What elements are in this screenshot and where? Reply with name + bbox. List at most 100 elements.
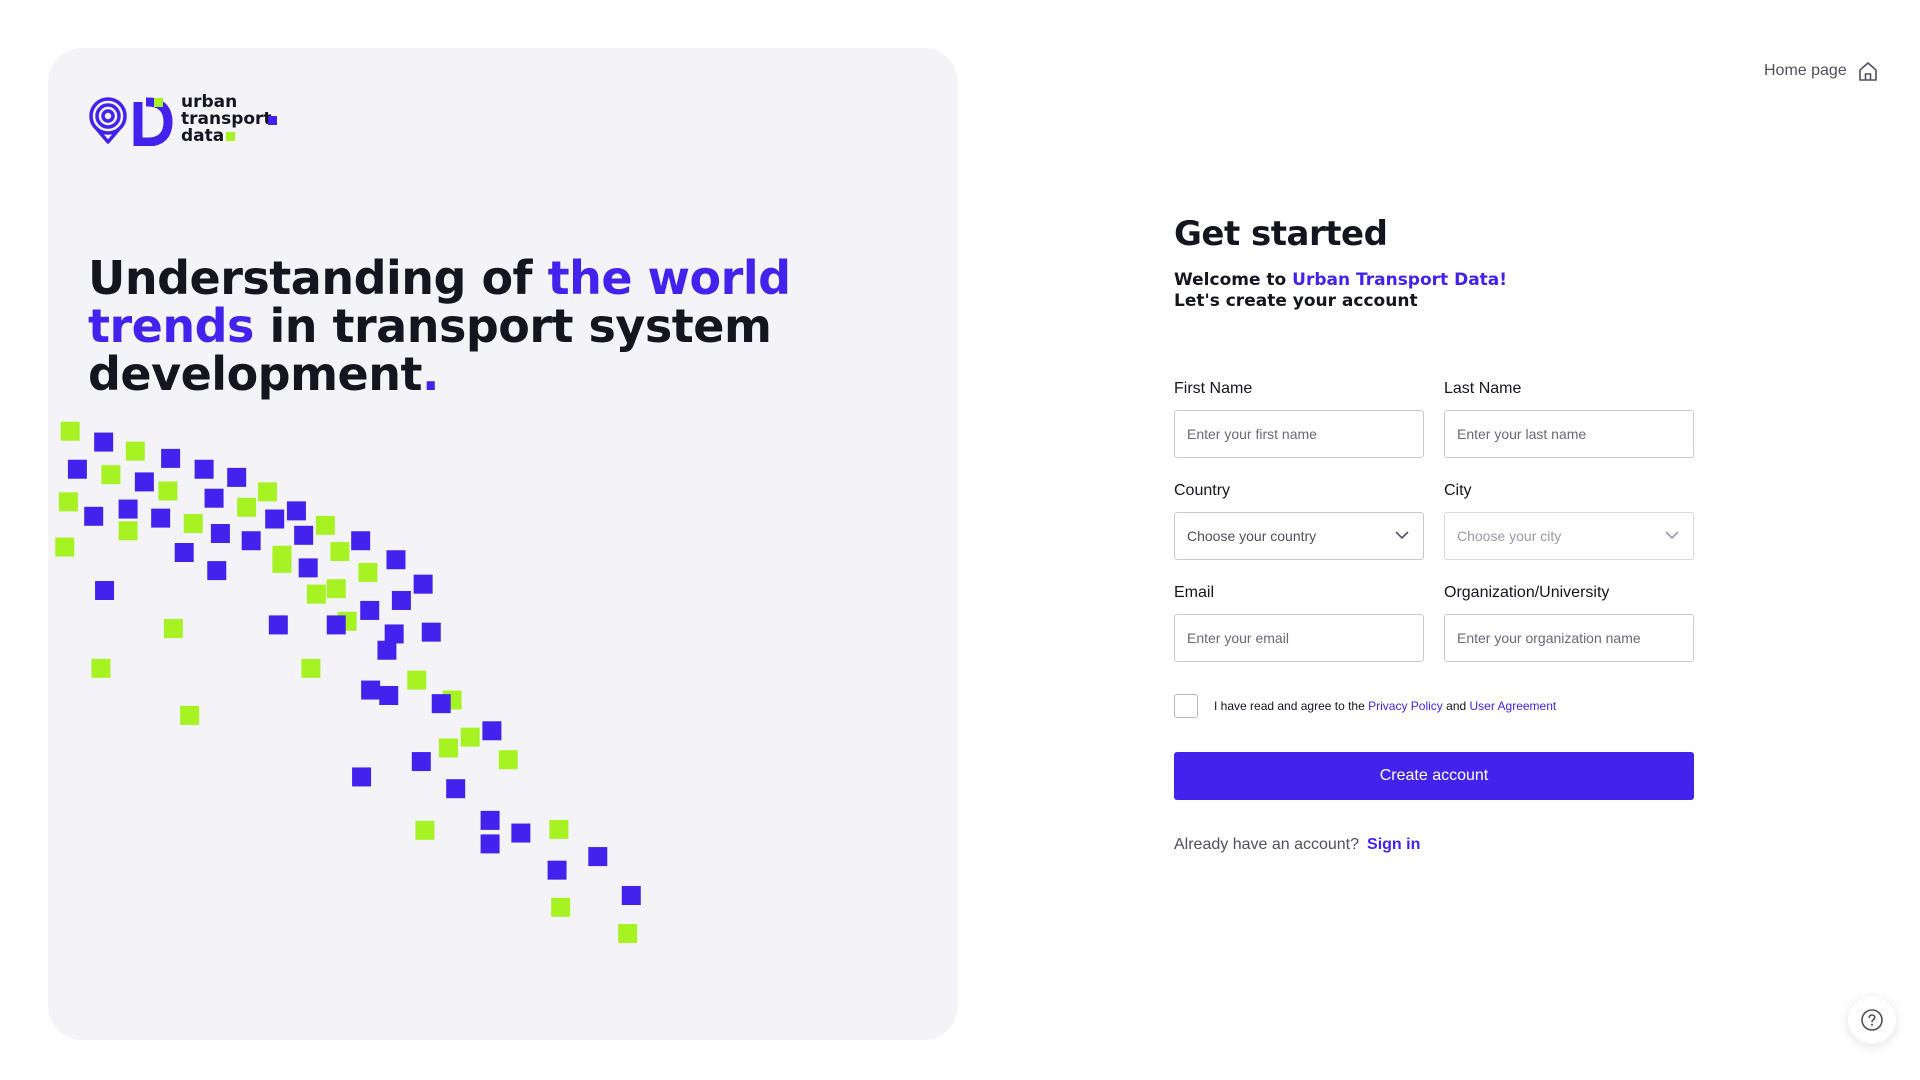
pattern-square [55, 537, 75, 557]
pattern-square [272, 545, 292, 565]
pattern-square [511, 823, 531, 843]
country-select[interactable]: Choose your country [1174, 512, 1424, 560]
pattern-square [352, 767, 372, 787]
pattern-square [549, 819, 569, 839]
pattern-square [58, 492, 78, 512]
hero-headline: Understanding of the world trends in tra… [88, 254, 848, 398]
pattern-square [91, 658, 111, 678]
agreement-checkbox[interactable] [1174, 694, 1198, 718]
pattern-square [407, 670, 427, 690]
pattern-square [379, 685, 399, 705]
pattern-square [413, 574, 433, 594]
pattern-square [421, 622, 441, 642]
pattern-square [360, 600, 380, 620]
organization-label: Organization/University [1444, 584, 1610, 601]
pattern-square [298, 558, 318, 578]
form-fields: First Name Last Name Country Choose your… [1174, 380, 1694, 662]
signin-prompt: Already have an account? [1174, 836, 1360, 853]
privacy-policy-link[interactable]: Privacy Policy [1368, 699, 1443, 713]
pattern-square [227, 467, 247, 487]
signup-form: Get started Welcome to Urban Transport D… [1174, 214, 1694, 854]
welcome-brand: Urban Transport Data! [1292, 270, 1508, 290]
logo-dot-green [226, 132, 235, 141]
pattern-square [384, 624, 404, 644]
pattern-square [442, 690, 462, 710]
pattern-square [67, 459, 87, 479]
email-label: Email [1174, 584, 1215, 601]
country-select-value: Choose your country [1187, 528, 1317, 544]
last-name-input[interactable] [1457, 426, 1681, 442]
last-name-label: Last Name [1444, 380, 1522, 397]
pattern-square [210, 523, 230, 543]
sign-in-link[interactable]: Sign in [1367, 836, 1420, 854]
agreement-and: and [1442, 699, 1470, 713]
pattern-square [337, 611, 357, 631]
logo-dot-blue [268, 116, 277, 125]
country-label: Country [1174, 482, 1231, 499]
pattern-square [272, 553, 292, 573]
pattern-square [480, 810, 500, 830]
logo-mark-icon [89, 97, 173, 146]
pattern-square [183, 514, 203, 534]
chevron-down-icon [1665, 531, 1679, 540]
welcome-text: Welcome to Urban Transport Data! Let's c… [1174, 270, 1694, 312]
headline-text-1: Understanding of [88, 251, 548, 305]
email-group: Email [1174, 584, 1424, 662]
home-icon [1858, 62, 1877, 81]
city-select[interactable]: Choose your city [1444, 512, 1694, 560]
pattern-square [315, 515, 335, 535]
pattern-square [180, 705, 200, 725]
pattern-square [241, 531, 261, 551]
pattern-square [438, 738, 458, 758]
pattern-square [151, 508, 171, 528]
pattern-square [174, 543, 194, 562]
home-page-link[interactable]: Home page [1764, 60, 1879, 82]
home-page-label: Home page [1764, 62, 1847, 79]
headline-accent-2: trends [88, 299, 254, 353]
pattern-square [158, 481, 178, 501]
pattern-square [207, 561, 227, 581]
welcome-line-2: Let's create your account [1174, 291, 1418, 311]
pattern-square [411, 752, 431, 772]
first-name-input[interactable] [1187, 426, 1411, 442]
first-name-group: First Name [1174, 380, 1424, 458]
pattern-square [194, 459, 214, 479]
pattern-square [498, 750, 518, 770]
city-select-value: Choose your city [1457, 528, 1562, 544]
agreement-text: I have read and agree to the Privacy Pol… [1214, 699, 1556, 713]
chevron-down-icon [1395, 531, 1409, 540]
pattern-square [351, 531, 371, 551]
user-agreement-link[interactable]: User Agreement [1470, 699, 1557, 713]
pattern-square [268, 615, 288, 635]
city-label: City [1444, 482, 1472, 499]
create-account-button[interactable]: Create account [1174, 752, 1694, 800]
pattern-square [358, 562, 378, 582]
city-group: City Choose your city [1444, 482, 1694, 560]
pattern-square [286, 501, 306, 521]
help-button[interactable] [1848, 996, 1896, 1044]
pattern-square [326, 615, 346, 635]
pattern-square [265, 509, 285, 529]
pattern-square [60, 421, 80, 441]
pattern-square [480, 834, 500, 854]
pattern-square [326, 579, 346, 599]
pattern-square [588, 847, 608, 867]
country-group: Country Choose your country [1174, 482, 1424, 560]
pattern-square [386, 550, 406, 570]
pattern-square [391, 590, 411, 610]
agreement-row: I have read and agree to the Privacy Pol… [1174, 694, 1694, 718]
pattern-square [482, 721, 502, 741]
question-circle-icon [1861, 1009, 1883, 1031]
email-input[interactable] [1187, 630, 1411, 646]
first-name-label: First Name [1174, 380, 1253, 397]
headline-period: . [421, 347, 439, 401]
pattern-square [306, 584, 326, 604]
pattern-square [547, 860, 567, 880]
pattern-square [551, 897, 571, 917]
organization-group: Organization/University [1444, 584, 1694, 662]
pattern-square [161, 448, 181, 468]
headline-accent-1: the world [547, 251, 791, 305]
organization-input[interactable] [1457, 630, 1681, 646]
pattern-square [415, 820, 435, 840]
hero-panel: urban transport data Understanding of th… [48, 48, 958, 1040]
